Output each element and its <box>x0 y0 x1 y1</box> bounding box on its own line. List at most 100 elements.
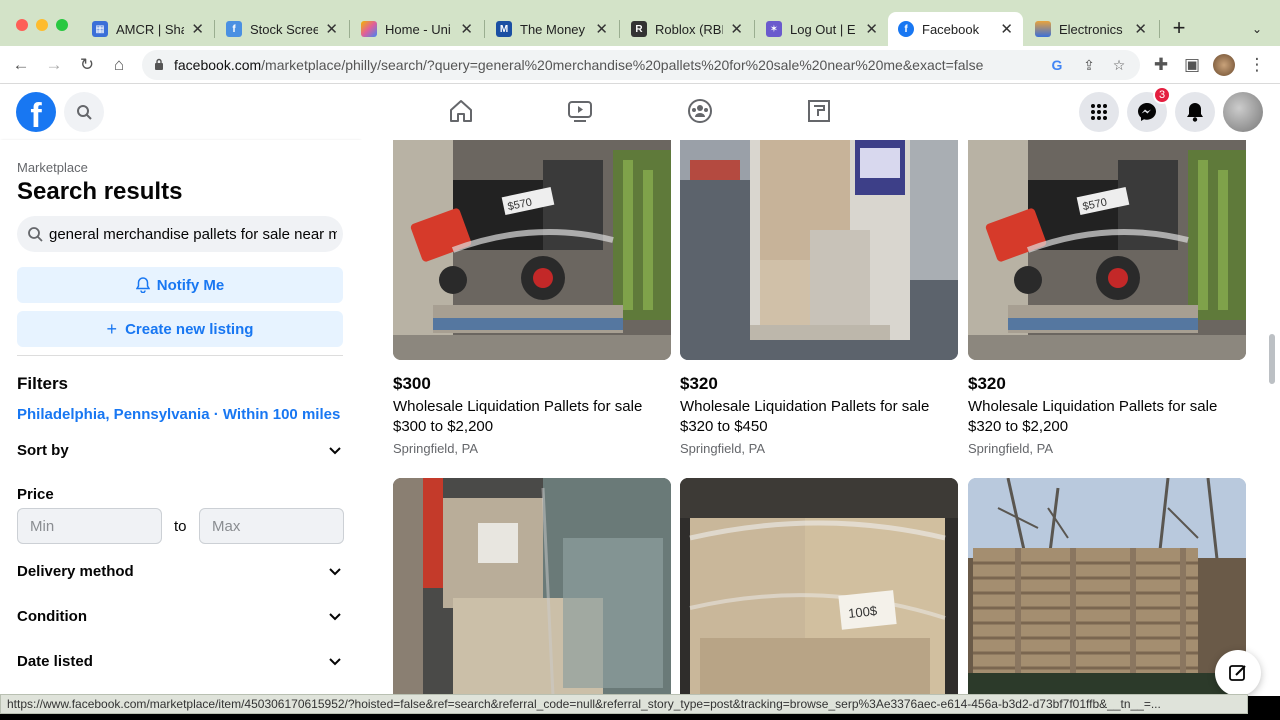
browser-tab[interactable]: R Roblox (RBL ✕ <box>621 12 753 46</box>
listing-location: Springfield, PA <box>680 441 766 456</box>
plus-icon: + <box>106 318 118 339</box>
close-tab-icon[interactable]: ✕ <box>865 20 878 38</box>
url-text[interactable]: facebook.com/marketplace/philly/search/?… <box>174 57 1054 73</box>
listing-photo[interactable] <box>968 478 1246 696</box>
listing-card[interactable] <box>393 478 671 696</box>
listing-photo[interactable]: $570 <box>968 140 1246 360</box>
roblox-icon: R <box>631 21 647 37</box>
listing-photo[interactable]: 100$ <box>680 478 958 696</box>
browser-tab[interactable]: M The Money ✕ <box>486 12 618 46</box>
compose-icon <box>1229 665 1246 681</box>
tab-title: The Money <box>520 21 586 37</box>
listing-card[interactable] <box>968 478 1246 696</box>
listing-photo[interactable] <box>393 478 671 696</box>
minimize-window-button[interactable] <box>36 19 48 31</box>
listing-photo[interactable]: $570 <box>393 140 671 360</box>
browser-tab-active[interactable]: f Facebook ✕ <box>888 12 1023 46</box>
notifications-button[interactable] <box>1175 92 1215 132</box>
reload-icon[interactable]: ↻ <box>76 54 98 76</box>
listing-price-range: $300 to $2,200 <box>393 418 494 435</box>
close-tab-icon[interactable]: ✕ <box>1134 20 1147 38</box>
money-app-icon: M <box>496 21 512 37</box>
listing-card[interactable]: $320 Wholesale Liquidation Pallets for s… <box>680 140 958 460</box>
listing-card[interactable]: 100$ <box>680 478 958 696</box>
location-filter-link[interactable]: Philadelphia, Pennsylvania · Within 100 … <box>17 406 340 423</box>
browser-tab[interactable]: Home - Uni ✕ <box>351 12 483 46</box>
unicorn-icon <box>361 21 377 37</box>
listing-price: $320 <box>680 374 718 393</box>
url-path: /marketplace/philly/search/?query=genera… <box>261 57 984 73</box>
menu-button[interactable] <box>1079 92 1119 132</box>
search-query-text: general merchandise pallets for sale nea… <box>49 226 337 243</box>
listing-card[interactable]: $570 $320 Wholesale Liquidation Pallets … <box>968 140 1246 460</box>
new-tab-plus-icon[interactable]: + <box>1168 15 1190 40</box>
date-listed-dropdown[interactable]: Date listed <box>17 649 343 673</box>
listing-location: Springfield, PA <box>393 441 479 456</box>
filters-heading: Filters <box>17 374 69 393</box>
lock-icon <box>155 58 163 70</box>
browser-tab[interactable]: ✶ Log Out | E ✕ <box>756 12 888 46</box>
nav-groups-icon[interactable] <box>685 96 715 126</box>
browser-tab[interactable]: Electronics ✕ <box>1025 12 1157 46</box>
sort-by-label: Sort by <box>17 441 69 459</box>
browser-tab[interactable]: f Stock Scree ✕ <box>216 12 348 46</box>
listing-photo[interactable] <box>680 140 958 360</box>
tab-search-chevron-icon[interactable]: ⌄ <box>1246 18 1268 40</box>
listing-price: $300 <box>393 374 431 393</box>
nav-gaming-icon[interactable] <box>804 96 834 126</box>
facebook-search-button[interactable] <box>64 92 104 132</box>
close-tab-icon[interactable]: ✕ <box>460 20 473 38</box>
delivery-method-label: Delivery method <box>17 562 134 580</box>
back-arrow-icon[interactable]: ← <box>10 54 32 76</box>
browser-tab[interactable]: ▦ AMCR | Sha ✕ <box>82 12 214 46</box>
nav-watch-icon[interactable] <box>565 96 595 126</box>
address-bar[interactable]: facebook.com/marketplace/philly/search/?… <box>142 50 1140 80</box>
side-panel-icon[interactable]: ▣ <box>1181 54 1203 76</box>
close-tab-icon[interactable]: ✕ <box>325 20 338 38</box>
messenger-icon <box>1138 103 1156 121</box>
price-tag-text: 100$ <box>847 603 878 621</box>
create-listing-button[interactable]: + Create new listing <box>17 311 343 347</box>
url-domain: facebook.com <box>174 57 262 73</box>
share-icon[interactable]: ⇪ <box>1080 56 1098 74</box>
price-max-input[interactable]: Max <box>199 508 344 544</box>
nav-home-icon[interactable] <box>446 96 476 126</box>
create-listing-label: Create new listing <box>125 320 254 338</box>
facebook-logo-icon[interactable]: f <box>16 92 56 132</box>
forward-arrow-icon[interactable]: → <box>43 54 65 76</box>
chevron-down-icon <box>329 447 341 455</box>
tab-title: Log Out | E <box>790 21 856 37</box>
close-tab-icon[interactable]: ✕ <box>191 20 204 38</box>
delivery-method-dropdown[interactable]: Delivery method <box>17 559 343 583</box>
new-message-button[interactable] <box>1215 650 1261 696</box>
divider <box>17 355 343 356</box>
tab-title: Home - Uni <box>385 21 451 37</box>
listing-title: Wholesale Liquidation Pallets for sale <box>393 398 643 415</box>
price-min-input[interactable]: Min <box>17 508 162 544</box>
sort-by-dropdown[interactable]: Sort by <box>17 438 343 462</box>
chevron-down-icon <box>329 613 341 621</box>
condition-dropdown[interactable]: Condition <box>17 604 343 628</box>
close-tab-icon[interactable]: ✕ <box>730 20 743 38</box>
facebook-icon: f <box>898 21 914 37</box>
listing-card[interactable]: $570 $300 Wholesale Liquidation Pallets … <box>393 140 671 460</box>
home-icon[interactable]: ⌂ <box>108 54 130 76</box>
close-window-button[interactable] <box>16 19 28 31</box>
bookmark-star-icon[interactable]: ☆ <box>1110 56 1128 74</box>
marketplace-search-input[interactable]: general merchandise pallets for sale nea… <box>17 216 343 252</box>
page-title: Search results <box>17 178 183 205</box>
google-lens-icon[interactable]: G <box>1048 56 1066 74</box>
account-avatar[interactable] <box>1223 92 1263 132</box>
tab-title: AMCR | Sha <box>116 21 184 37</box>
breadcrumb[interactable]: Marketplace <box>17 160 88 175</box>
messenger-button[interactable]: 3 <box>1127 86 1171 132</box>
page-scrollbar[interactable] <box>1269 334 1275 384</box>
chevron-down-icon <box>329 658 341 666</box>
notify-me-button[interactable]: Notify Me <box>17 267 343 303</box>
maximize-window-button[interactable] <box>56 19 68 31</box>
menu-kebab-icon[interactable]: ⋮ <box>1246 54 1268 76</box>
close-tab-icon[interactable]: ✕ <box>595 20 608 38</box>
close-tab-icon[interactable]: ✕ <box>1000 20 1013 38</box>
extensions-puzzle-icon[interactable]: ✚ <box>1150 54 1172 76</box>
profile-avatar-icon[interactable] <box>1213 54 1235 76</box>
